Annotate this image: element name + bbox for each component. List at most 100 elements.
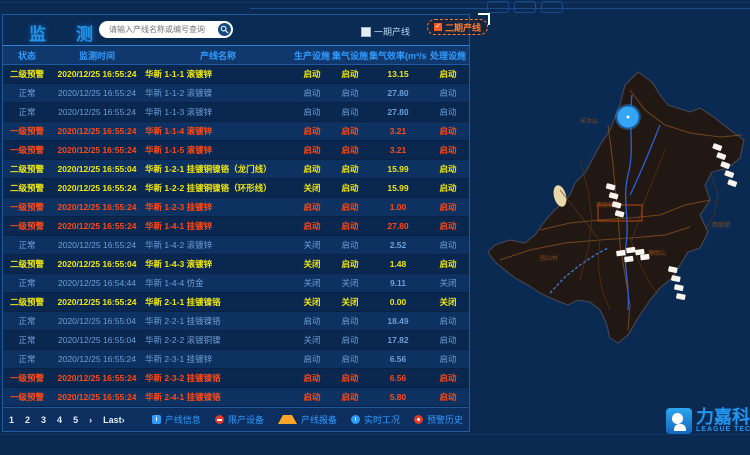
status-cell: 正常 — [3, 312, 51, 331]
phase1-label: 一期产线 — [374, 25, 410, 38]
legend-item[interactable]: 产线报备 — [278, 413, 337, 426]
gas-facility-cell: 启动 — [331, 198, 369, 217]
efficiency-cell: 1.48 — [369, 255, 427, 274]
site-marker[interactable] — [676, 293, 686, 300]
table-row[interactable]: 一级预警2020/12/25 16:55:24华新 2-4-1 挂镀镍铬启动启动… — [3, 388, 469, 407]
last-page-button[interactable]: Last› — [103, 415, 125, 425]
table-row[interactable]: 正常2020/12/25 16:55:04华新 2-2-1 挂镀镍铬启动启动18… — [3, 312, 469, 331]
time-cell: 2020/12/25 16:55:24 — [51, 122, 143, 141]
efficiency-cell: 3.21 — [369, 122, 427, 141]
gas-facility-cell: 关闭 — [331, 274, 369, 293]
gas-facility-cell: 启动 — [331, 160, 369, 179]
legend-label: 限产设备 — [228, 413, 264, 426]
status-cell: 二级预警 — [3, 255, 51, 274]
legend-label: 预警历史 — [427, 413, 463, 426]
time-cell: 2020/12/25 16:55:24 — [51, 217, 143, 236]
treat-facility-cell: 关闭 — [427, 274, 469, 293]
name-cell: 华新 2-2-2 滚镀铜镍 — [143, 331, 293, 350]
legend-item[interactable]: 实时工况 — [351, 413, 400, 426]
status-cell: 正常 — [3, 350, 51, 369]
table-row[interactable]: 二级预警2020/12/25 16:55:04华新 1-2-1 挂镀铜镍铬（龙门… — [3, 160, 469, 179]
table-row[interactable]: 一级预警2020/12/25 16:55:24华新 2-3-2 挂镀镍铬启动启动… — [3, 369, 469, 388]
name-cell: 华新 2-4-1 挂镀镍铬 — [143, 388, 293, 407]
page-button[interactable]: 5 — [73, 415, 78, 425]
monitoring-dashboard: 监测 一期产线 ✓ 二期产线 状态监测时间产线名称生产设施集气设施集气效率(m³… — [0, 0, 750, 450]
table-row[interactable]: 正常2020/12/25 16:55:24华新 1-1-3 滚镀锌启动启动27.… — [3, 103, 469, 122]
search-icon[interactable] — [218, 23, 231, 36]
table-body: 二级预警2020/12/25 16:55:24华新 1-1-1 滚镀锌启动启动1… — [3, 65, 469, 407]
prod-facility-cell: 启动 — [293, 388, 331, 407]
phase1-checkbox[interactable]: 一期产线 — [361, 25, 410, 38]
table-row[interactable]: 正常2020/12/25 16:55:24华新 2-3-1 挂镀锌启动启动6.5… — [3, 350, 469, 369]
legend-item[interactable]: i产线信息 — [152, 413, 201, 426]
logo: 力嘉科技 LEAGUE TECH — [666, 408, 750, 434]
gas-facility-cell: 启动 — [331, 84, 369, 103]
table-row[interactable]: 二级预警2020/12/25 16:55:04华新 1-4-3 滚镀锌关闭启动1… — [3, 255, 469, 274]
page-button[interactable]: 2 — [25, 415, 30, 425]
table-row[interactable]: 一级预警2020/12/25 16:55:24华新 1-1-4 滚镀锌启动启动3… — [3, 122, 469, 141]
table-row[interactable]: 一级预警2020/12/25 16:55:24华新 1-1-5 滚镀锌启动启动3… — [3, 141, 469, 160]
site-marker[interactable] — [671, 275, 681, 282]
legend-item[interactable]: 预警历史 — [414, 413, 463, 426]
prod-facility-cell: 启动 — [293, 65, 331, 84]
site-marker[interactable] — [727, 179, 737, 187]
site-marker[interactable] — [674, 284, 684, 291]
time-cell: 2020/12/25 16:55:24 — [51, 65, 143, 84]
table-row[interactable]: 一级预警2020/12/25 16:55:24华新 1-4-1 挂镀锌启动启动2… — [3, 217, 469, 236]
time-cell: 2020/12/25 16:55:24 — [51, 84, 143, 103]
treat-facility-cell: 启动 — [427, 312, 469, 331]
status-cell: 二级预警 — [3, 293, 51, 312]
legend-item[interactable]: 限产设备 — [215, 413, 264, 426]
efficiency-cell: 6.56 — [369, 350, 427, 369]
table-row[interactable]: 正常2020/12/25 16:55:04华新 2-2-2 滚镀铜镍关闭启动17… — [3, 331, 469, 350]
logo-name: 力嘉科技 — [696, 408, 750, 426]
page-button[interactable]: 3 — [41, 415, 46, 425]
prod-facility-cell: 启动 — [293, 84, 331, 103]
treat-facility-cell: 启动 — [427, 122, 469, 141]
site-marker[interactable] — [724, 170, 734, 178]
gas-facility-cell: 启动 — [331, 103, 369, 122]
table-row[interactable]: 二级预警2020/12/25 16:55:24华新 1-1-1 滚镀锌启动启动1… — [3, 65, 469, 84]
gas-facility-cell: 启动 — [331, 331, 369, 350]
monitor-panel: 监测 一期产线 ✓ 二期产线 状态监测时间产线名称生产设施集气设施集气效率(m³… — [2, 14, 470, 432]
time-cell: 2020/12/25 16:55:04 — [51, 255, 143, 274]
panel-header: 监测 一期产线 ✓ 二期产线 — [3, 15, 469, 45]
search-input[interactable] — [107, 24, 218, 35]
deco-rect — [487, 1, 509, 13]
table-row[interactable]: 正常2020/12/25 16:54:44华新 1-4-4 仿金关闭关闭9.11… — [3, 274, 469, 293]
status-cell: 正常 — [3, 103, 51, 122]
table-row[interactable]: 二级预警2020/12/25 16:55:24华新 1-2-2 挂镀铜镍铬（环形… — [3, 179, 469, 198]
treat-facility-cell: 启动 — [427, 65, 469, 84]
prod-facility-cell: 启动 — [293, 141, 331, 160]
efficiency-cell: 6.56 — [369, 369, 427, 388]
limit-icon — [215, 415, 224, 424]
column-header: 产线名称 — [143, 46, 293, 65]
treat-facility-cell: 启动 — [427, 160, 469, 179]
search-box — [99, 21, 233, 38]
table-row[interactable]: 二级预警2020/12/25 16:55:24华新 2-1-1 挂镀镍铬关闭关闭… — [3, 293, 469, 312]
name-cell: 华新 1-1-5 滚镀锌 — [143, 141, 293, 160]
gas-facility-cell: 启动 — [331, 122, 369, 141]
time-cell: 2020/12/25 16:55:24 — [51, 236, 143, 255]
prod-facility-cell: 关闭 — [293, 255, 331, 274]
map-panel[interactable]: 羊台山西丽街道西丽湖园山村塘朗山 — [480, 55, 750, 450]
prod-facility-cell: 关闭 — [293, 236, 331, 255]
table-row[interactable]: 正常2020/12/25 16:55:24华新 1-4-2 滚镀锌关闭启动2.5… — [3, 236, 469, 255]
table-row[interactable]: 正常2020/12/25 16:55:24华新 1-1-2 滚镀镍启动启动27.… — [3, 84, 469, 103]
gas-facility-cell: 启动 — [331, 65, 369, 84]
efficiency-cell: 15.99 — [369, 179, 427, 198]
status-cell: 一级预警 — [3, 198, 51, 217]
phase2-label: 二期产线 — [445, 21, 481, 34]
name-cell: 华新 2-1-1 挂镀镍铬 — [143, 293, 293, 312]
treat-facility-cell: 启动 — [427, 350, 469, 369]
next-page-button[interactable]: › — [89, 415, 92, 425]
name-cell: 华新 2-3-1 挂镀锌 — [143, 350, 293, 369]
phase2-button[interactable]: ✓ 二期产线 — [427, 19, 488, 35]
deco-rect — [514, 1, 536, 13]
efficiency-cell: 27.80 — [369, 103, 427, 122]
page-button[interactable]: 1 — [9, 415, 14, 425]
page-button[interactable]: 4 — [57, 415, 62, 425]
table-row[interactable]: 一级预警2020/12/25 16:55:24华新 1-2-3 挂镀锌启动启动1… — [3, 198, 469, 217]
status-cell: 正常 — [3, 274, 51, 293]
name-cell: 华新 1-2-3 挂镀锌 — [143, 198, 293, 217]
